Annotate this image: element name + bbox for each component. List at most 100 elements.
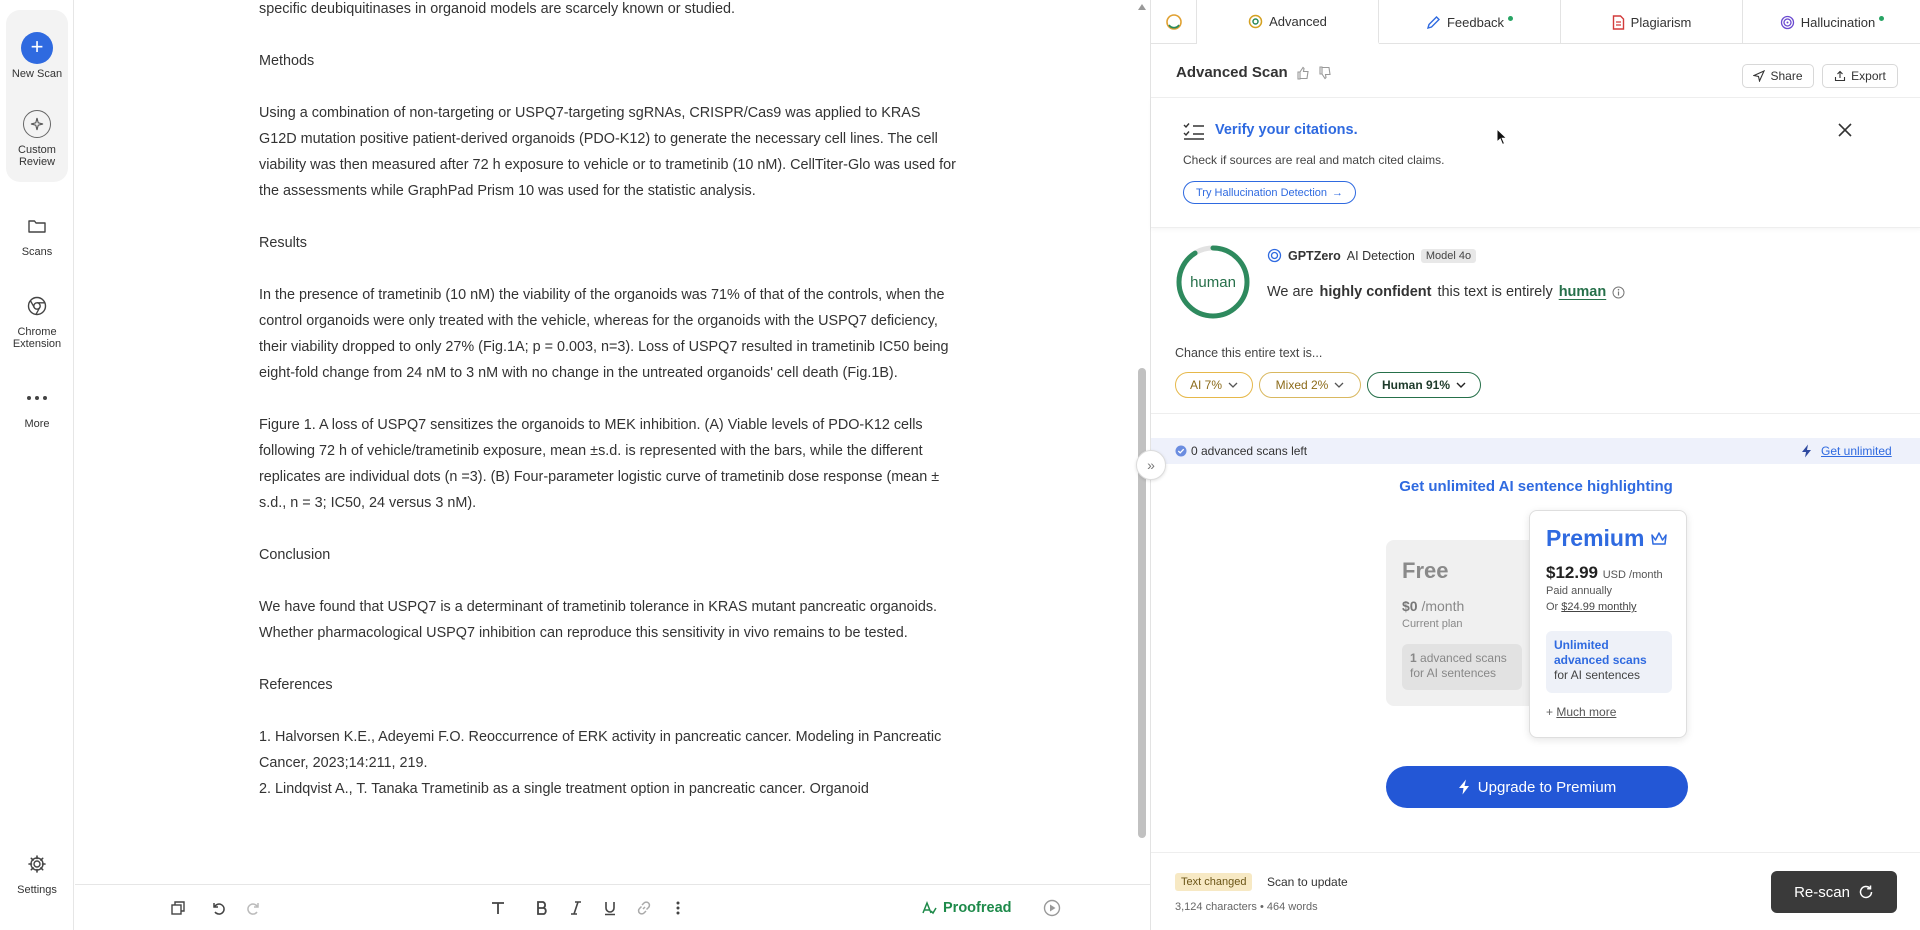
undo-icon bbox=[213, 903, 225, 915]
paragraph-conclusion: We have found that USPQ7 is a determinan… bbox=[259, 599, 938, 641]
play-button[interactable] bbox=[1041, 897, 1063, 919]
free-plan-name: Free bbox=[1402, 558, 1449, 583]
link-button[interactable] bbox=[633, 897, 655, 919]
ai-probability-label: AI 7% bbox=[1189, 378, 1222, 392]
verify-citations-banner: Verify your citations. Check if sources … bbox=[1151, 98, 1920, 228]
share-button[interactable]: Share bbox=[1742, 64, 1814, 88]
sparkle-icon bbox=[23, 110, 51, 138]
custom-review-label-2: Review bbox=[18, 156, 56, 168]
check-circle-icon bbox=[1175, 445, 1187, 457]
premium-feature-line-3: for AI sentences bbox=[1554, 668, 1641, 682]
target-icon bbox=[1248, 14, 1263, 29]
close-icon[interactable] bbox=[1837, 122, 1853, 138]
free-price-value: $0 bbox=[1402, 598, 1418, 614]
document-body[interactable]: specific deubiquitinases in organoid mod… bbox=[259, 0, 959, 802]
send-icon bbox=[1753, 70, 1766, 82]
scrollbar-thumb[interactable] bbox=[1138, 368, 1146, 838]
premium-billing-annual: Paid annually bbox=[1546, 585, 1613, 597]
free-plan-price: $0 /month bbox=[1402, 598, 1464, 614]
underline-button[interactable] bbox=[599, 897, 621, 919]
premium-monthly-link[interactable]: $24.99 monthly bbox=[1561, 601, 1636, 613]
vertical-dots-icon bbox=[676, 901, 680, 915]
new-scan-button[interactable]: + New Scan bbox=[0, 32, 74, 80]
thumbs-down-icon[interactable] bbox=[1318, 65, 1332, 80]
redo-button[interactable] bbox=[243, 897, 265, 919]
thumbs-up-icon[interactable] bbox=[1296, 66, 1310, 80]
scans-left-text: 0 advanced scans left bbox=[1191, 444, 1308, 458]
custom-review-button[interactable]: Custom Review bbox=[0, 108, 74, 168]
tab-hallucination-label: Hallucination bbox=[1800, 14, 1876, 30]
scans-button[interactable]: Scans bbox=[0, 210, 74, 258]
try-hallucination-button[interactable]: Try Hallucination Detection → bbox=[1183, 181, 1357, 204]
scans-label: Scans bbox=[21, 246, 53, 258]
premium-more-plus: + bbox=[1546, 705, 1554, 719]
premium-price-period: USD /month bbox=[1602, 569, 1663, 581]
proofread-label: Proofread bbox=[943, 900, 1012, 916]
arrow-right-icon: → bbox=[1332, 186, 1344, 199]
more-format-button[interactable] bbox=[667, 897, 689, 919]
info-icon[interactable] bbox=[1612, 286, 1625, 299]
checklist-icon bbox=[1183, 123, 1204, 140]
proofread-button[interactable]: Proofread bbox=[921, 897, 1012, 919]
reference-item-2: 2. Lindqvist A., T. Tanaka Trametinib as… bbox=[259, 781, 869, 797]
settings-button[interactable]: Settings bbox=[0, 848, 74, 896]
human-probability-dropdown[interactable]: Human 91% bbox=[1367, 372, 1481, 398]
paragraph-intro-end: specific deubiquitinases in organoid mod… bbox=[259, 1, 735, 17]
chrome-icon bbox=[27, 296, 47, 316]
conf-result[interactable]: human bbox=[1559, 284, 1607, 300]
document-editor[interactable]: specific deubiquitinases in organoid mod… bbox=[75, 0, 1135, 884]
scan-title: Advanced Scan bbox=[1176, 64, 1332, 81]
scroll-up-arrow-icon[interactable] bbox=[1138, 4, 1146, 10]
mixed-probability-label: Mixed 2% bbox=[1275, 378, 1329, 392]
refresh-icon bbox=[1859, 885, 1873, 899]
tab-hallucination[interactable]: Hallucination bbox=[1743, 0, 1920, 44]
ring-label: human bbox=[1190, 273, 1236, 291]
bold-icon bbox=[537, 901, 547, 915]
gptzero-logo-icon[interactable] bbox=[1151, 0, 1197, 44]
play-circle-icon bbox=[1043, 899, 1061, 917]
free-plan-feature: 1 advanced scans for AI sentences bbox=[1402, 644, 1522, 690]
left-rail: + New Scan Custom Review Scans Chrome Ex… bbox=[0, 0, 74, 930]
export-button[interactable]: Export bbox=[1822, 64, 1898, 88]
italic-button[interactable] bbox=[565, 897, 587, 919]
share-label: Share bbox=[1770, 69, 1803, 83]
gear-icon bbox=[28, 855, 46, 873]
more-dots-icon bbox=[27, 396, 47, 400]
premium-billing-monthly: Or $24.99 monthly bbox=[1546, 601, 1637, 613]
tab-advanced[interactable]: Advanced bbox=[1197, 0, 1379, 44]
heading-methods: Methods bbox=[259, 53, 315, 69]
premium-plan-card[interactable]: Premium $12.99 USD /month Paid annually … bbox=[1529, 510, 1687, 738]
mixed-probability-dropdown[interactable]: Mixed 2% bbox=[1259, 372, 1361, 398]
text-style-button[interactable] bbox=[487, 897, 509, 919]
tab-feedback[interactable]: Feedback bbox=[1379, 0, 1561, 44]
folder-icon bbox=[28, 220, 46, 233]
app-window: + New Scan Custom Review Scans Chrome Ex… bbox=[0, 0, 1920, 930]
rescan-button[interactable]: Re-scan bbox=[1771, 871, 1897, 913]
human-probability-label: Human 91% bbox=[1381, 378, 1451, 392]
editor-scrollbar[interactable] bbox=[1138, 0, 1148, 884]
underline-icon bbox=[605, 902, 615, 916]
collapse-panel-button[interactable]: » bbox=[1136, 450, 1166, 480]
copy-button[interactable] bbox=[167, 897, 189, 919]
try-hallucination-label: Try Hallucination Detection bbox=[1196, 186, 1328, 199]
feedback-status-dot bbox=[1508, 15, 1514, 21]
mouse-cursor-icon bbox=[1496, 128, 1508, 146]
chrome-label-2: Extension bbox=[12, 338, 62, 350]
ai-probability-dropdown[interactable]: AI 7% bbox=[1175, 372, 1253, 398]
scan-to-update-text: Scan to update bbox=[1267, 875, 1348, 889]
get-unlimited-link[interactable]: Get unlimited bbox=[1821, 444, 1892, 458]
much-more-link[interactable]: Much more bbox=[1556, 705, 1616, 719]
upgrade-to-premium-button[interactable]: Upgrade to Premium bbox=[1386, 766, 1688, 808]
bold-button[interactable] bbox=[531, 897, 553, 919]
model-badge: Model 4o bbox=[1420, 248, 1477, 263]
conf-bold: highly confident bbox=[1319, 284, 1432, 300]
ai-detection-result: human GPTZero AI Detection Model 4o We a… bbox=[1151, 228, 1920, 414]
scan-header: Advanced Scan Share Export bbox=[1151, 44, 1920, 98]
tab-plagiarism[interactable]: Plagiarism bbox=[1561, 0, 1743, 44]
more-label: More bbox=[24, 418, 50, 430]
copy-icon bbox=[171, 901, 185, 915]
chevron-down-icon bbox=[1334, 382, 1344, 388]
chrome-extension-button[interactable]: Chrome Extension bbox=[0, 290, 74, 350]
undo-button[interactable] bbox=[207, 897, 229, 919]
more-button[interactable]: More bbox=[0, 382, 74, 430]
